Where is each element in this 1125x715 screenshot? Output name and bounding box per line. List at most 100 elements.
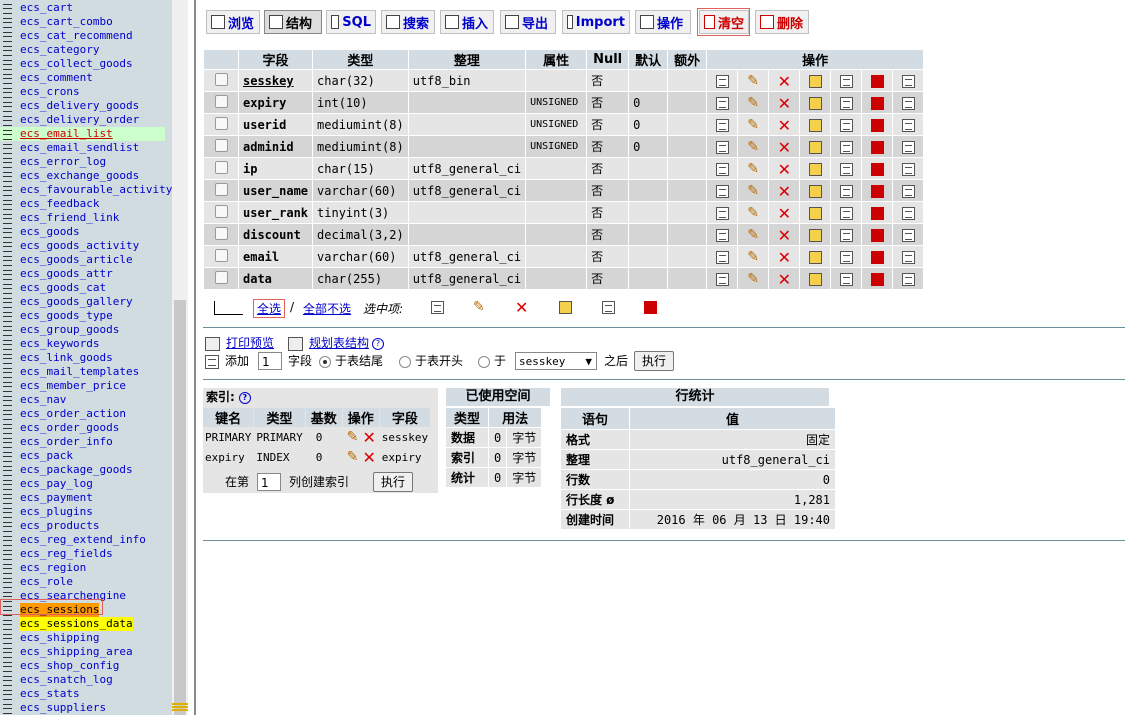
- drop-icon[interactable]: ✕: [778, 161, 791, 177]
- sidebar-item-label[interactable]: ecs_goods_type: [20, 309, 113, 323]
- action-cell[interactable]: ✎: [738, 136, 769, 157]
- edit-icon[interactable]: ✎: [747, 96, 760, 110]
- edit-icon[interactable]: ✎: [747, 206, 760, 220]
- table-icon[interactable]: [3, 648, 12, 658]
- table-icon[interactable]: [3, 368, 12, 378]
- index-icon[interactable]: [839, 118, 853, 132]
- sidebar-item-label[interactable]: ecs_delivery_order: [20, 113, 139, 127]
- primary-key-icon[interactable]: [808, 184, 822, 198]
- action-cell[interactable]: [800, 158, 831, 179]
- tab-structure[interactable]: 结构: [264, 10, 322, 34]
- action-cell[interactable]: [707, 158, 738, 179]
- row-checkbox[interactable]: [204, 92, 238, 113]
- drop-selected-icon[interactable]: ✕: [515, 300, 528, 316]
- table-icon[interactable]: [3, 564, 12, 574]
- edit-icon[interactable]: ✎: [747, 272, 760, 286]
- action-cell[interactable]: ✎: [738, 224, 769, 245]
- radio-at-start[interactable]: [399, 352, 411, 370]
- after-field-select[interactable]: sesskey ▼: [515, 352, 597, 370]
- action-cell[interactable]: [862, 268, 893, 289]
- browse-distinct-icon[interactable]: [715, 162, 729, 176]
- table-icon[interactable]: [3, 424, 12, 434]
- action-cell[interactable]: [831, 246, 862, 267]
- table-icon[interactable]: [3, 676, 12, 686]
- table-icon[interactable]: [3, 242, 12, 252]
- index-icon[interactable]: [839, 206, 853, 220]
- action-cell[interactable]: [893, 246, 924, 267]
- sidebar-item-label[interactable]: ecs_goods: [20, 225, 80, 239]
- sidebar-item-ecs_nav[interactable]: ecs_nav: [0, 393, 165, 407]
- sidebar-item-ecs_order_action[interactable]: ecs_order_action: [0, 407, 165, 421]
- fulltext-icon[interactable]: [901, 272, 915, 286]
- action-cell[interactable]: [831, 114, 862, 135]
- sidebar-item-label[interactable]: ecs_goods_cat: [20, 281, 106, 295]
- action-cell[interactable]: [707, 202, 738, 223]
- drop-icon[interactable]: ✕: [778, 205, 791, 221]
- action-cell[interactable]: [707, 224, 738, 245]
- row-checkbox[interactable]: [204, 180, 238, 201]
- table-icon[interactable]: [3, 480, 12, 490]
- edit-icon[interactable]: ✎: [747, 140, 760, 154]
- unique-icon[interactable]: [870, 140, 884, 154]
- drop-icon[interactable]: ✕: [778, 139, 791, 155]
- drop-icon[interactable]: ✕: [778, 95, 791, 111]
- sidebar-item-label[interactable]: ecs_category: [20, 43, 99, 57]
- sidebar-item-ecs_products[interactable]: ecs_products: [0, 519, 165, 533]
- edit-icon[interactable]: ✎: [747, 162, 760, 176]
- drop-icon[interactable]: ✕: [778, 117, 791, 133]
- sidebar-item-ecs_order_info[interactable]: ecs_order_info: [0, 435, 165, 449]
- sidebar-item-label[interactable]: ecs_error_log: [20, 155, 106, 169]
- checkbox[interactable]: [214, 270, 228, 284]
- sidebar-item-ecs_shop_config[interactable]: ecs_shop_config: [0, 659, 165, 673]
- action-cell[interactable]: [707, 70, 738, 91]
- action-cell[interactable]: [831, 158, 862, 179]
- sidebar-item-ecs_goods_type[interactable]: ecs_goods_type: [0, 309, 165, 323]
- sidebar-item-label[interactable]: ecs_cart_combo: [20, 15, 113, 29]
- uncheck-all-link[interactable]: 全部不选: [303, 300, 351, 317]
- action-cell[interactable]: [831, 268, 862, 289]
- table-icon[interactable]: [3, 200, 12, 210]
- checkbox[interactable]: [214, 94, 228, 108]
- action-cell[interactable]: [800, 180, 831, 201]
- fulltext-icon[interactable]: [901, 184, 915, 198]
- action-cell[interactable]: [800, 202, 831, 223]
- radio-at-end[interactable]: [319, 352, 331, 370]
- sidebar-item-ecs_payment[interactable]: ecs_payment: [0, 491, 165, 505]
- index-icon[interactable]: [839, 74, 853, 88]
- unique-icon[interactable]: [870, 272, 884, 286]
- action-cell[interactable]: [707, 92, 738, 113]
- primary-key-icon[interactable]: [808, 140, 822, 154]
- index-icon[interactable]: [839, 140, 853, 154]
- fulltext-icon[interactable]: [901, 162, 915, 176]
- browse-distinct-icon[interactable]: [715, 96, 729, 110]
- action-cell[interactable]: [831, 202, 862, 223]
- table-icon[interactable]: [3, 214, 12, 224]
- action-cell[interactable]: [862, 246, 893, 267]
- sidebar-item-label[interactable]: ecs_delivery_goods: [20, 99, 139, 113]
- sidebar-item-ecs_favourable_activity[interactable]: ecs_favourable_activity: [0, 183, 172, 197]
- sidebar-item-label[interactable]: ecs_goods_attr: [20, 267, 113, 281]
- checkbox[interactable]: [214, 182, 228, 196]
- checkbox[interactable]: [214, 160, 228, 174]
- sidebar-item-label[interactable]: ecs_cat_recommend: [20, 29, 133, 43]
- browse-distinct-icon[interactable]: [715, 250, 729, 264]
- sidebar-item-ecs_region[interactable]: ecs_region: [0, 561, 165, 575]
- fulltext-icon[interactable]: [901, 96, 915, 110]
- tab-browse[interactable]: 浏览: [206, 10, 260, 34]
- primary-selected-icon[interactable]: [559, 301, 572, 314]
- action-cell[interactable]: ✕: [769, 268, 800, 289]
- action-cell[interactable]: [862, 202, 893, 223]
- row-checkbox[interactable]: [204, 136, 238, 157]
- fulltext-icon[interactable]: [901, 250, 915, 264]
- action-cell[interactable]: ✕: [769, 202, 800, 223]
- table-icon[interactable]: [3, 172, 12, 182]
- action-cell[interactable]: ✕: [769, 92, 800, 113]
- browse-distinct-icon[interactable]: [715, 206, 729, 220]
- tab-sql[interactable]: SQL: [326, 10, 376, 34]
- action-cell[interactable]: ✕: [769, 180, 800, 201]
- action-cell[interactable]: [831, 92, 862, 113]
- tab-export[interactable]: 导出: [500, 10, 556, 34]
- table-icon[interactable]: [3, 382, 12, 392]
- table-icon[interactable]: [3, 522, 12, 532]
- action-cell[interactable]: [862, 136, 893, 157]
